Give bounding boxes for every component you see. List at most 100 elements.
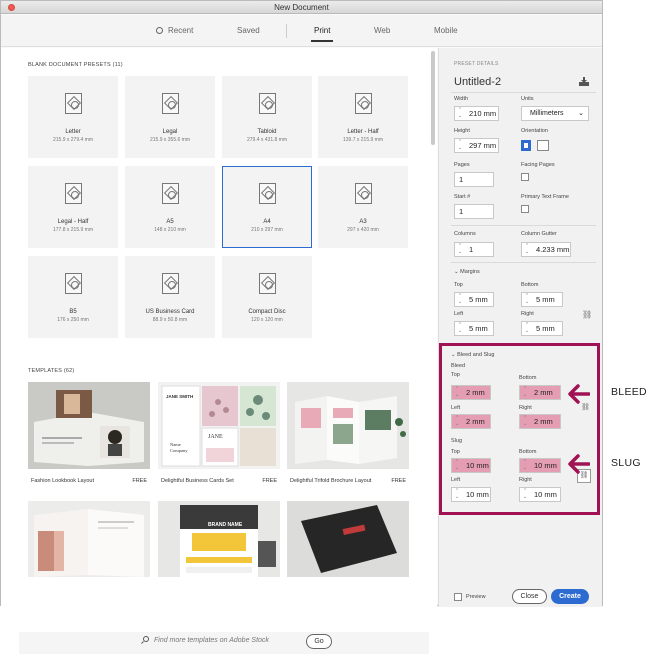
template-trifold-brochure[interactable]: Delightful Trifold Brochure Layout FREE	[287, 382, 409, 494]
preset-name: Letter	[65, 129, 81, 135]
preset-details-panel: PRESET DETAILS Untitled-2 Width 210 mm U…	[438, 48, 602, 607]
tab-web[interactable]: Web	[374, 26, 390, 35]
width-label: Width	[454, 96, 469, 102]
margin-top-label: Top	[454, 282, 463, 288]
close-window-icon[interactable]	[8, 4, 15, 11]
primary-text-frame-checkbox[interactable]	[521, 205, 529, 213]
margin-top-field[interactable]: 5 mm	[454, 290, 494, 309]
preset-size: 210 x 297 mm	[251, 227, 283, 233]
template-price: FREE	[262, 478, 277, 484]
bleed-annotation: BLEED	[611, 386, 647, 398]
divider	[451, 92, 596, 93]
tab-recent-label: Recent	[168, 26, 194, 35]
template-business-cards[interactable]: JANE SMITH JANE Name Company Delightful …	[158, 382, 280, 494]
templates-heading: TEMPLATES (62)	[28, 368, 74, 374]
go-button[interactable]: Go	[306, 634, 332, 649]
preset-a4[interactable]: A4 210 x 297 mm	[222, 166, 312, 248]
tab-saved[interactable]: Saved	[237, 26, 260, 35]
presets-heading-text: BLANK DOCUMENT PRESETS	[28, 62, 111, 68]
pages-field[interactable]: 1	[454, 172, 494, 187]
preset-name: Legal - Half	[57, 219, 89, 225]
preset-name: A4	[263, 219, 271, 225]
card-jane-text: JANE	[208, 434, 223, 440]
start-page-field[interactable]: 1	[454, 204, 494, 219]
preset-a3[interactable]: A3 297 x 420 mm	[318, 166, 408, 248]
clock-icon	[156, 27, 163, 34]
preview-label: Preview	[466, 594, 486, 600]
facing-pages-checkbox[interactable]	[521, 173, 529, 181]
create-button[interactable]: Create	[551, 589, 589, 604]
presets-scrollbar[interactable]	[431, 51, 435, 145]
margins-label: Margins	[460, 269, 480, 275]
template-name: Delightful Business Cards Set	[161, 478, 234, 484]
tab-recent[interactable]: Recent	[156, 26, 193, 35]
preset-name: Tabloid	[257, 129, 277, 135]
columns-field[interactable]: 1	[454, 240, 494, 259]
tab-mobile-label: Mobile	[434, 26, 458, 35]
margin-right-field[interactable]: 5 mm	[521, 319, 563, 338]
width-field[interactable]: 210 mm	[454, 104, 499, 123]
template-magazine-thumbnail[interactable]	[28, 501, 150, 577]
margin-left-label: Left	[454, 311, 464, 317]
tab-mobile[interactable]: Mobile	[434, 26, 458, 35]
template-dark-card-thumbnail[interactable]	[287, 501, 409, 577]
portrait-orientation-icon[interactable]	[521, 140, 531, 151]
column-gutter-label: Column Gutter	[521, 231, 557, 237]
margin-bottom-field[interactable]: 5 mm	[521, 290, 563, 309]
facing-pages-label: Facing Pages	[521, 162, 555, 168]
document-icon	[162, 273, 179, 294]
tab-print-label: Print	[314, 26, 331, 35]
presets-panel: BLANK DOCUMENT PRESETS (11) Letter 215.9 …	[1, 48, 437, 654]
margin-left-field[interactable]: 5 mm	[454, 319, 494, 338]
units-dropdown[interactable]: Millimeters ⌄	[521, 106, 589, 121]
preset-size: 297 x 420 mm	[347, 227, 379, 233]
template-name: Fashion Lookbook Layout	[31, 478, 94, 484]
category-tabs: Recent Saved Print Web Mobile	[1, 15, 602, 47]
template-brand-flyer-thumbnail[interactable]	[158, 501, 280, 577]
preview-checkbox[interactable]	[454, 593, 462, 601]
preset-us-business-card[interactable]: US Business Card 88.9 x 50.8 mm	[125, 256, 215, 338]
new-document-window: New Document Recent Saved Print Web Mobi…	[0, 0, 603, 654]
columns-label: Columns	[454, 231, 476, 237]
stock-search-placeholder: Find more templates on Adobe Stock	[154, 637, 269, 644]
preset-name: B5	[69, 309, 77, 315]
preset-letter-half[interactable]: Letter - Half 139.7 x 215.9 mm	[318, 76, 408, 158]
preset-letter[interactable]: Letter 215.9 x 279.4 mm	[28, 76, 118, 158]
fashion-lookbook-thumbnail	[28, 382, 150, 469]
margins-section-toggle[interactable]: ⌄ Margins	[454, 269, 480, 275]
height-field[interactable]: 297 mm	[454, 136, 499, 155]
tab-print[interactable]: Print	[310, 26, 335, 42]
preset-size: 88.9 x 50.8 mm	[152, 317, 188, 323]
preset-legal[interactable]: Legal 215.9 x 355.6 mm	[125, 76, 215, 158]
trifold-brochure-thumbnail	[287, 382, 409, 469]
document-icon	[162, 93, 179, 114]
margin-bottom-label: Bottom	[521, 282, 539, 288]
margin-right-label: Right	[521, 311, 534, 317]
preset-size: 139.7 x 215.9 mm	[342, 137, 384, 143]
document-name-field[interactable]: Untitled-2	[454, 76, 501, 88]
template-search-bar: Find more templates on Adobe Stock Go	[19, 632, 429, 654]
flyer-brand-name: BRAND NAME	[208, 522, 243, 528]
tab-web-label: Web	[374, 26, 391, 35]
stock-search-input[interactable]: Find more templates on Adobe Stock	[143, 636, 269, 644]
preset-size: 148 x 210 mm	[154, 227, 186, 233]
column-gutter-field[interactable]: 4.233 mm	[521, 240, 571, 259]
presets-heading: BLANK DOCUMENT PRESETS (11)	[28, 62, 123, 68]
preset-size: 120 x 120 mm	[251, 317, 283, 323]
slug-arrow-icon	[568, 454, 590, 474]
preset-a5[interactable]: A5 148 x 210 mm	[125, 166, 215, 248]
preset-compact-disc[interactable]: Compact Disc 120 x 120 mm	[222, 256, 312, 338]
preset-tabloid[interactable]: Tabloid 279.4 x 431.8 mm	[222, 76, 312, 158]
preset-legal-half[interactable]: Legal - Half 177.8 x 215.9 mm	[28, 166, 118, 248]
save-preset-icon[interactable]	[579, 77, 589, 86]
templates-heading-text: TEMPLATES	[28, 368, 63, 374]
preset-name: Letter - Half	[347, 129, 379, 135]
document-icon	[65, 183, 82, 204]
close-button[interactable]: Close	[512, 589, 547, 604]
preset-b5[interactable]: B5 176 x 250 mm	[28, 256, 118, 338]
link-margins-icon[interactable]: ⛓	[582, 310, 592, 319]
templates-count: (62)	[63, 368, 75, 374]
primary-text-frame-label: Primary Text Frame	[521, 194, 569, 200]
template-fashion-lookbook[interactable]: Fashion Lookbook Layout FREE	[28, 382, 150, 494]
landscape-orientation-icon[interactable]	[537, 140, 549, 151]
